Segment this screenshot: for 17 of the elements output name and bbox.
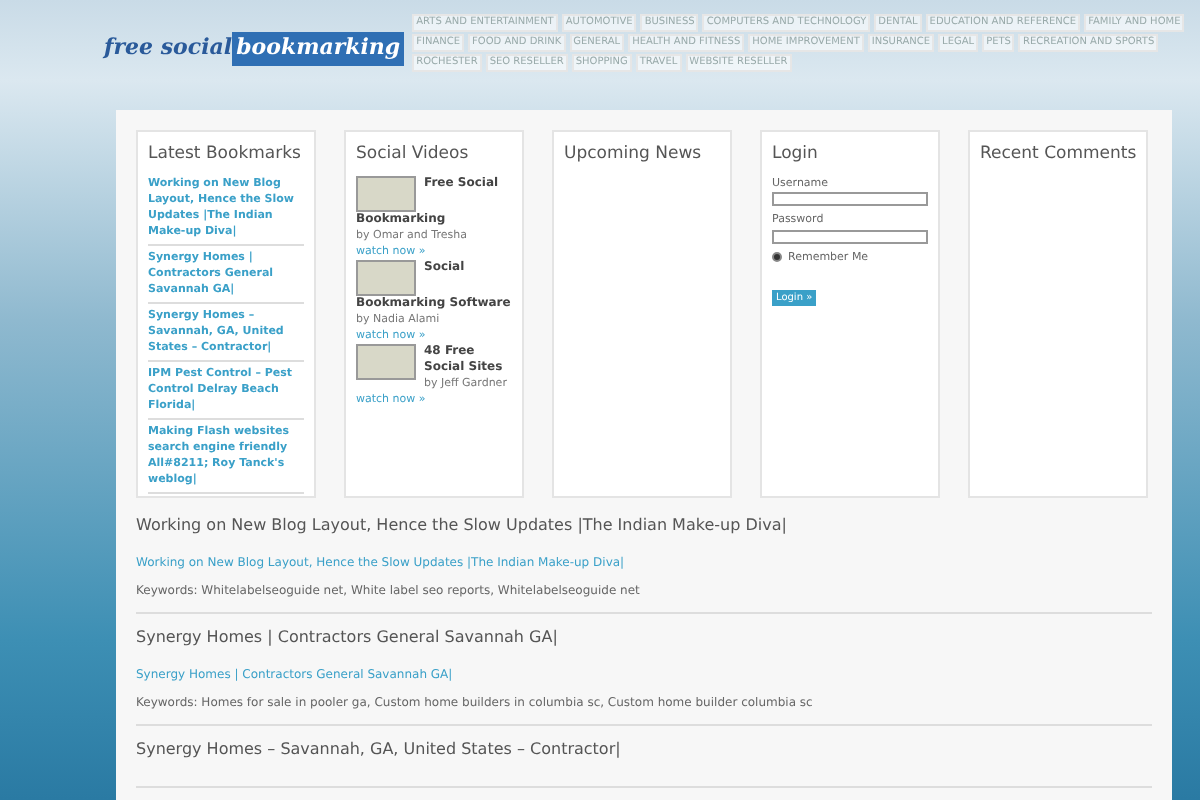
widget-title: Upcoming News — [564, 142, 704, 166]
widget-title: Recent Comments — [980, 142, 1136, 166]
video-thumbnail[interactable] — [356, 176, 416, 212]
site-logo[interactable]: free social bookmarking — [104, 32, 405, 65]
widget-title: Latest Bookmarks — [148, 142, 303, 166]
widget-title: Login — [772, 142, 820, 166]
password-field[interactable] — [772, 229, 928, 243]
username-field[interactable] — [772, 192, 928, 207]
logo-text: free social — [104, 32, 233, 64]
video-thumbnail[interactable] — [356, 344, 416, 380]
widget-title: Social Videos — [356, 142, 471, 166]
logo-text-highlight: bookmarking — [232, 32, 405, 65]
post-title[interactable]: Synergy Homes | Contractors General Savannah GA| — [136, 626, 1152, 650]
post-title[interactable]: Working on New Blog Layout, Hence the Slow Updates |The Indian Make-up Diva| — [136, 514, 1152, 538]
video-thumbnail[interactable] — [356, 260, 416, 296]
remember-checkbox[interactable] — [772, 252, 782, 263]
post-title[interactable]: Synergy Homes – Savannah, GA, United States – Contractor| — [136, 738, 1152, 762]
